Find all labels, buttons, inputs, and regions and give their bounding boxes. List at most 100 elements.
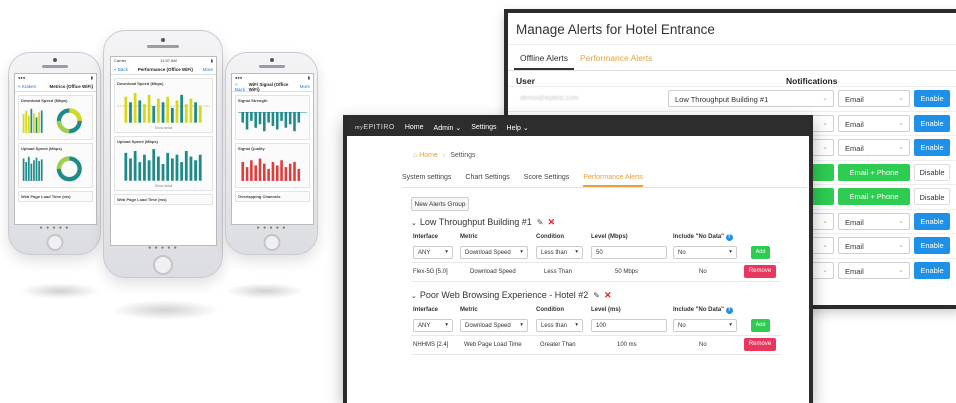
method-select[interactable]: Email ⌄ — [838, 114, 910, 132]
chart-card: Web Page Load Time (ms) — [114, 194, 213, 205]
phone-left-screen: ●●● ▮ < Kraken Metrics (Office WiFi) Down… — [14, 73, 97, 225]
page-dots: ● ● ● ● ● — [148, 245, 178, 251]
user-email: demo@epitiro.com — [520, 95, 579, 102]
enable-button[interactable]: Enable — [914, 212, 950, 230]
enable-button[interactable]: Enable — [914, 90, 950, 107]
brand-logo[interactable]: myEPITIRO — [355, 124, 395, 131]
status-bar: ●●● ▮ — [18, 75, 93, 80]
email-phone-button[interactable]: Email + Phone — [838, 163, 910, 181]
tab-system-settings[interactable]: System settings — [402, 174, 451, 187]
help-icon[interactable]: ? — [725, 307, 733, 314]
add-button[interactable]: Add — [751, 319, 770, 332]
method-select[interactable]: Email ⌄ — [838, 261, 910, 279]
nav-help[interactable]: Help ⌄ — [507, 124, 529, 132]
home-button[interactable] — [263, 234, 280, 251]
home-icon: ⌂ — [413, 152, 418, 159]
no-data-select[interactable]: No ▾ — [673, 246, 737, 259]
breadcrumb-home[interactable]: ⌂ Home — [413, 152, 438, 159]
method-select[interactable]: Email ⌄ — [838, 212, 910, 230]
home-button[interactable] — [153, 255, 173, 275]
delete-icon[interactable]: ✕ — [604, 290, 612, 300]
chart-card: Upload Speed (Mbps) Show detail — [114, 136, 213, 191]
level-input[interactable]: 50 — [591, 246, 667, 259]
tab-performance-alerts[interactable]: Performance Alerts — [574, 45, 658, 70]
status-bar: Carrier 11:57 AM ▮ — [114, 58, 213, 63]
top-navbar: myEPITIRO Home Admin ⌄ Settings Help ⌄ — [347, 119, 809, 136]
tab-performance-alerts[interactable]: Performance Alerts — [583, 174, 643, 187]
page-dots: ● ● ● ● ● — [256, 225, 287, 231]
method-select[interactable]: Email ⌄ — [838, 237, 910, 254]
pencil-icon[interactable]: ✎ — [537, 218, 544, 227]
chevron-down-icon[interactable]: ⌄ — [411, 293, 417, 300]
metric-select[interactable]: Download Speed ▾ — [460, 319, 528, 332]
remove-button[interactable]: Remove — [744, 265, 776, 278]
new-alerts-group-button[interactable]: New Alerts Group — [411, 197, 469, 211]
col-user: User — [516, 76, 535, 86]
level-input[interactable]: 100 — [591, 319, 667, 332]
method-select[interactable]: Email ⌄ — [838, 139, 910, 156]
tab-offline-alerts[interactable]: Offline Alerts — [514, 45, 575, 70]
breadcrumb-current: Settings — [450, 152, 476, 159]
phone-right-screen: ●●● ▮ < Back WiFi Signal (Office WiFi) Mo… — [231, 73, 314, 225]
carrier-label: Carrier — [114, 58, 127, 63]
bar-donut-chart — [22, 108, 82, 134]
chevron-down-icon[interactable]: ⌄ — [411, 220, 417, 227]
nav-home[interactable]: Home — [405, 124, 424, 131]
add-button[interactable]: Add — [751, 246, 770, 259]
camera-icon — [269, 58, 274, 62]
chart-card: Web Page Load Time (ms) — [18, 191, 93, 202]
enable-button[interactable]: Enable — [914, 237, 950, 254]
row-level: 50 Mbps — [615, 269, 639, 275]
tab-score-settings[interactable]: Score Settings — [524, 174, 570, 187]
col-condition: Condition — [536, 234, 564, 240]
bar-chart — [238, 111, 307, 132]
speaker-icon — [41, 65, 68, 68]
row-interface: Flex-5G [5.0] — [413, 269, 448, 275]
back-link[interactable]: < Back — [235, 82, 249, 92]
enable-button[interactable]: Enable — [914, 139, 950, 156]
remove-button[interactable]: Remove — [744, 338, 776, 351]
disable-button[interactable]: Disable — [914, 163, 950, 181]
show-detail-link[interactable]: Show detail — [117, 126, 210, 130]
row-level: 100 ms — [617, 342, 637, 348]
card-title: Overlapping Channels — [238, 194, 281, 199]
nav-bar: < Back WiFi Signal (Office WiFi) More — [232, 82, 313, 92]
chart-card: Upload Speed (Mbps) — [18, 143, 93, 188]
tab-chart-settings[interactable]: Chart Settings — [465, 174, 509, 187]
help-icon[interactable]: ? — [725, 234, 733, 241]
chevron-down-icon: ⌄ — [822, 119, 828, 127]
metric-select[interactable]: Download Speed ▾ — [460, 246, 528, 259]
caret-down-icon: ▾ — [445, 249, 448, 255]
condition-select[interactable]: Less than ▾ — [536, 319, 583, 332]
home-button[interactable] — [46, 234, 63, 251]
chevron-down-icon: ⌄ — [822, 95, 828, 102]
alert-group-select[interactable]: Low Throughput Building #1 ⌄ — [668, 90, 834, 107]
back-link[interactable]: < Back — [114, 67, 128, 72]
interface-select[interactable]: ANY ▾ — [413, 319, 453, 332]
method-select[interactable]: Email ⌄ — [838, 90, 910, 107]
disable-button[interactable]: Disable — [914, 188, 950, 205]
enable-button[interactable]: Enable — [914, 261, 950, 279]
col-condition: Condition — [536, 307, 564, 313]
more-link[interactable]: More — [203, 67, 213, 72]
nav-settings[interactable]: Settings — [471, 124, 496, 131]
delete-icon[interactable]: ✕ — [548, 217, 556, 227]
phone-center: Carrier 11:57 AM ▮ < Back Performance (O… — [103, 30, 223, 278]
more-link[interactable]: More — [300, 84, 310, 89]
phone-shadow-right — [225, 283, 305, 299]
enable-button[interactable]: Enable — [914, 114, 950, 132]
camera-icon — [52, 58, 57, 62]
back-link[interactable]: < Kraken — [18, 84, 36, 89]
caret-down-icon: ▾ — [575, 249, 578, 255]
no-data-select[interactable]: No ▾ — [673, 319, 737, 332]
show-detail-link[interactable]: Show detail — [117, 184, 210, 188]
condition-select[interactable]: Less than ▾ — [536, 246, 583, 259]
email-phone-button[interactable]: Email + Phone — [838, 188, 910, 205]
interface-select[interactable]: ANY ▾ — [413, 246, 453, 259]
pencil-icon[interactable]: ✎ — [593, 291, 600, 300]
alert-group-header: ⌄ Poor Web Browsing Experience - Hotel #2… — [411, 290, 612, 301]
nav-admin[interactable]: Admin ⌄ — [434, 124, 462, 132]
chevron-down-icon: ⌄ — [822, 242, 828, 249]
caret-down-icon: ▾ — [520, 322, 523, 328]
chevron-down-icon: ⌄ — [822, 266, 828, 274]
